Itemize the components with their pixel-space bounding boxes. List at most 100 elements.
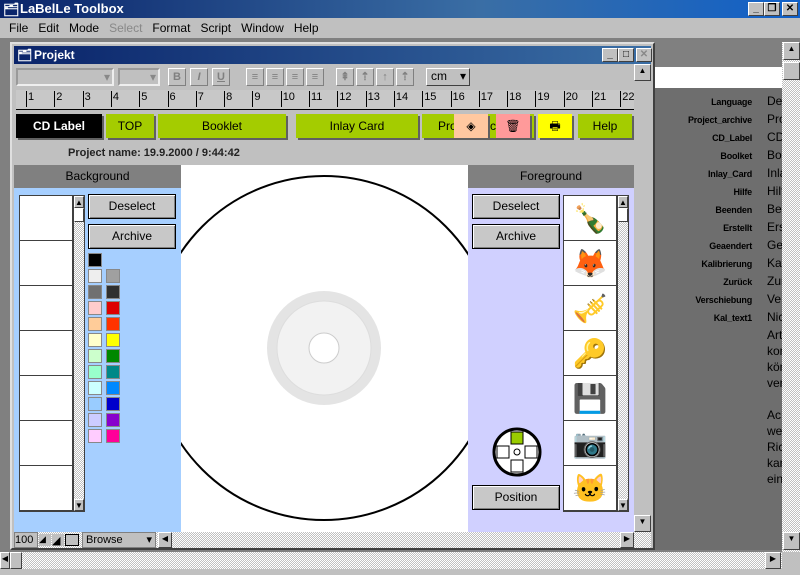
eraser-button[interactable]: ◈ xyxy=(454,114,488,138)
color-swatch[interactable] xyxy=(88,381,102,395)
background-thumbnail[interactable] xyxy=(20,421,72,466)
color-swatch[interactable] xyxy=(106,413,120,427)
color-swatch[interactable] xyxy=(106,349,120,363)
proj-minimize-button[interactable]: _ xyxy=(602,48,618,62)
justify-button[interactable]: ≡ xyxy=(306,68,324,86)
color-swatch[interactable] xyxy=(106,429,120,443)
background-thumbnail[interactable] xyxy=(20,286,72,331)
property-row: Kalibrierung Ka xyxy=(655,256,782,274)
send-backward-button[interactable]: ↑ xyxy=(376,68,394,86)
tab-booklet[interactable]: Booklet xyxy=(158,114,286,138)
background-thumbnail[interactable] xyxy=(20,196,72,241)
color-swatch[interactable] xyxy=(106,365,120,379)
minimize-button[interactable]: _ xyxy=(748,2,764,16)
property-value[interactable]: Bo xyxy=(767,148,782,162)
position-control[interactable] xyxy=(492,427,542,477)
align-right-button[interactable]: ≡ xyxy=(286,68,304,86)
restore-button[interactable]: ❐ xyxy=(764,2,780,16)
color-swatch[interactable] xyxy=(88,397,102,411)
color-swatch[interactable] xyxy=(88,429,102,443)
align-left-button[interactable]: ≡ xyxy=(246,68,264,86)
menu-window[interactable]: Window xyxy=(236,21,289,35)
trash-button[interactable]: 🗑 xyxy=(496,114,530,138)
foreground-thumbnail[interactable]: 🐱 xyxy=(564,466,616,511)
bring-front-button[interactable]: ⇞ xyxy=(336,68,354,86)
foreground-thumbnail[interactable]: 🦊 xyxy=(564,241,616,286)
property-row: Verschiebung Ve xyxy=(655,292,782,310)
background-archive-button[interactable]: Archive xyxy=(88,224,176,249)
color-swatch[interactable] xyxy=(88,413,102,427)
help-button[interactable]: Help xyxy=(578,114,632,138)
color-swatch[interactable] xyxy=(88,349,102,363)
zoom-in-icon[interactable]: ◢ xyxy=(52,534,64,547)
font-select[interactable]: ▾ xyxy=(16,68,114,86)
background-thumbnail[interactable] xyxy=(20,466,72,511)
foreground-thumbnail[interactable]: 📷 xyxy=(564,421,616,466)
unit-select[interactable]: cm ▾ xyxy=(426,68,470,86)
background-list-scrollbar[interactable]: ▲ ▼ xyxy=(73,195,85,512)
background-thumbnail[interactable] xyxy=(20,331,72,376)
printer-button[interactable]: 🖶 xyxy=(538,114,572,138)
window-layout-icon[interactable] xyxy=(65,534,79,546)
align-center-button[interactable]: ≡ xyxy=(266,68,284,86)
color-swatch[interactable] xyxy=(88,333,102,347)
foreground-archive-button[interactable]: Archive xyxy=(472,224,560,249)
italic-button[interactable]: I xyxy=(190,68,208,86)
tab-top[interactable]: TOP xyxy=(106,114,154,138)
project-vertical-scrollbar[interactable]: ▲ ▼ xyxy=(634,64,651,532)
zoom-level[interactable]: 100 xyxy=(14,532,38,548)
foreground-list-scrollbar[interactable]: ▲ ▼ xyxy=(617,195,629,512)
color-swatch[interactable] xyxy=(88,285,102,299)
menu-help[interactable]: Help xyxy=(289,21,324,35)
property-value[interactable]: Ka xyxy=(767,256,782,270)
color-swatch[interactable] xyxy=(88,269,102,283)
tab-cd-label[interactable]: CD Label xyxy=(16,114,102,138)
position-button[interactable]: Position xyxy=(472,485,560,510)
property-value[interactable]: De xyxy=(767,94,782,108)
color-swatch[interactable] xyxy=(106,317,120,331)
proj-maximize-button[interactable]: □ xyxy=(618,48,634,62)
main-horizontal-scrollbar[interactable]: ◀ ▶ xyxy=(0,552,782,569)
close-button[interactable]: ✕ xyxy=(782,2,798,16)
menu-select[interactable]: Select xyxy=(104,21,147,35)
property-value[interactable]: Be xyxy=(767,202,782,216)
property-value[interactable]: Ve xyxy=(767,292,781,306)
menu-file[interactable]: File xyxy=(4,21,33,35)
color-swatch[interactable] xyxy=(106,381,120,395)
proj-close-button[interactable]: ✕ xyxy=(636,48,652,62)
foreground-thumbnail[interactable]: 🔑 xyxy=(564,331,616,376)
underline-button[interactable]: U xyxy=(212,68,230,86)
color-swatch[interactable] xyxy=(106,301,120,315)
size-select[interactable]: ▾ xyxy=(118,68,160,86)
property-row: Geaendert Ge xyxy=(655,238,783,256)
main-vertical-scrollbar[interactable]: ▲ ▼ xyxy=(782,42,800,552)
color-swatch[interactable] xyxy=(88,317,102,331)
color-swatch[interactable] xyxy=(106,269,120,283)
zoom-out-icon[interactable]: ◢ xyxy=(39,534,51,546)
trash-icon: 🗑 xyxy=(505,119,521,133)
color-swatch[interactable] xyxy=(106,333,120,347)
menu-edit[interactable]: Edit xyxy=(33,21,64,35)
background-thumbnail[interactable] xyxy=(20,376,72,421)
color-swatch[interactable] xyxy=(106,397,120,411)
background-thumbnail[interactable] xyxy=(20,241,72,286)
foreground-deselect-button[interactable]: Deselect xyxy=(472,194,560,219)
foreground-thumbnail[interactable]: 🍾 xyxy=(564,196,616,241)
tab-inlay-card[interactable]: Inlay Card xyxy=(296,114,418,138)
send-back-button[interactable]: ⇡ xyxy=(396,68,414,86)
color-swatch[interactable] xyxy=(88,253,102,267)
bold-button[interactable]: B xyxy=(168,68,186,86)
color-swatch[interactable] xyxy=(88,301,102,315)
menu-mode[interactable]: Mode xyxy=(64,21,104,35)
bring-forward-button[interactable]: ⇡ xyxy=(356,68,374,86)
menu-script[interactable]: Script xyxy=(195,21,236,35)
property-value[interactable]: Ge xyxy=(767,238,783,252)
background-deselect-button[interactable]: Deselect xyxy=(88,194,176,219)
foreground-thumbnail[interactable]: 💾 xyxy=(564,376,616,421)
mode-select[interactable]: Browse ▾ xyxy=(82,532,156,548)
menu-format[interactable]: Format xyxy=(147,21,195,35)
color-swatch[interactable] xyxy=(106,285,120,299)
design-canvas[interactable] xyxy=(181,165,468,532)
color-swatch[interactable] xyxy=(88,365,102,379)
foreground-thumbnail[interactable]: 🎺 xyxy=(564,286,616,331)
